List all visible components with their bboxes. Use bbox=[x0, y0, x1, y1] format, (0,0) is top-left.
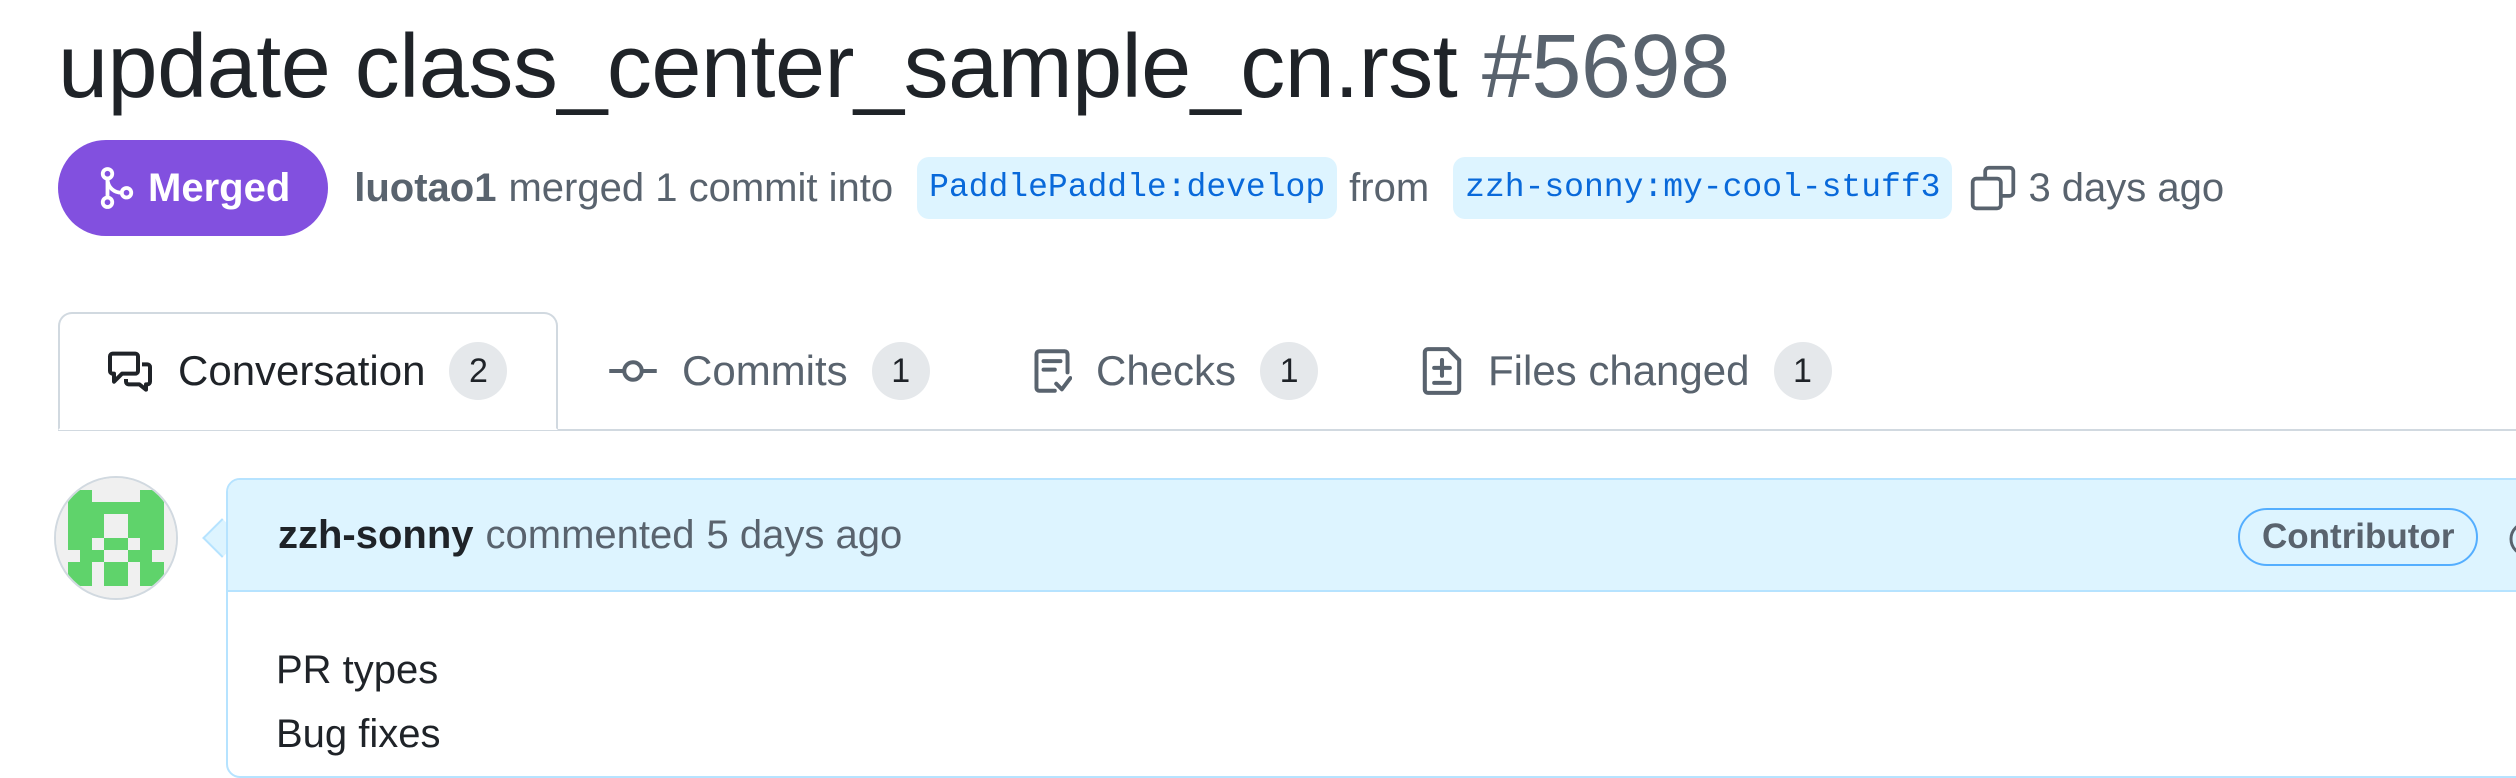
conversation-icon bbox=[108, 351, 152, 392]
tab-conversation-label: Conversation bbox=[178, 347, 426, 394]
pr-number: #5698 bbox=[1481, 17, 1730, 117]
tab-checks-count: 1 bbox=[1260, 342, 1319, 400]
tab-commits-count: 1 bbox=[871, 342, 930, 400]
tab-commits[interactable]: Commits 1 bbox=[608, 312, 930, 430]
contributor-badge: Contributor bbox=[2238, 508, 2479, 566]
merged-state-badge: Merged bbox=[58, 140, 329, 236]
comment-box: zzh-sonny commented 5 days ago Contribut… bbox=[226, 478, 2516, 778]
comment-header: zzh-sonny commented 5 days ago Contribut… bbox=[228, 480, 2516, 592]
tab-files-changed-count: 1 bbox=[1773, 342, 1832, 400]
head-branch-link[interactable]: zzh-sonny:my-cool-stuff3 bbox=[1453, 157, 1953, 219]
tab-checks-label: Checks bbox=[1096, 347, 1237, 394]
merge-time: 3 days ago bbox=[2028, 165, 2225, 210]
git-merge-icon bbox=[100, 167, 134, 209]
pr-title-text: update class_center_sample_cn.rst bbox=[58, 17, 1458, 117]
comment-action: commented bbox=[485, 512, 695, 557]
tab-conversation-count: 2 bbox=[449, 342, 508, 400]
copy-icon[interactable] bbox=[1968, 163, 2018, 213]
tab-checks[interactable]: Checks 1 bbox=[1032, 312, 1319, 430]
file-diff-icon bbox=[1422, 347, 1462, 395]
pr-meta: Merged luotao1 merged 1 commit into Padd… bbox=[58, 140, 2224, 236]
comment-author-link[interactable]: zzh-sonny bbox=[278, 513, 474, 558]
avatar[interactable] bbox=[54, 476, 178, 600]
kebab-menu-icon[interactable] bbox=[2505, 514, 2516, 564]
merged-state-label: Merged bbox=[148, 165, 291, 210]
checklist-icon bbox=[1034, 349, 1072, 393]
tab-commits-label: Commits bbox=[682, 347, 848, 394]
tab-files-changed-label: Files changed bbox=[1488, 347, 1750, 394]
tab-conversation[interactable]: Conversation 2 bbox=[58, 312, 558, 430]
tab-files-changed[interactable]: Files changed 1 bbox=[1420, 312, 1832, 430]
pr-title: update class_center_sample_cn.rst #5698 bbox=[58, 12, 1730, 122]
base-branch-link[interactable]: PaddlePaddle:develop bbox=[917, 157, 1338, 219]
commit-icon bbox=[609, 360, 657, 382]
merge-text: merged 1 commit into bbox=[508, 165, 894, 210]
from-text: from bbox=[1349, 165, 1430, 210]
merger-link[interactable]: luotao1 bbox=[354, 166, 496, 211]
comment-time-link[interactable]: 5 days ago bbox=[707, 513, 903, 558]
merge-summary: luotao1 merged 1 commit into PaddlePaddl… bbox=[354, 157, 2224, 219]
comment-body-line: PR types bbox=[276, 648, 439, 692]
comment-body-line: Bug fixes bbox=[276, 712, 441, 756]
